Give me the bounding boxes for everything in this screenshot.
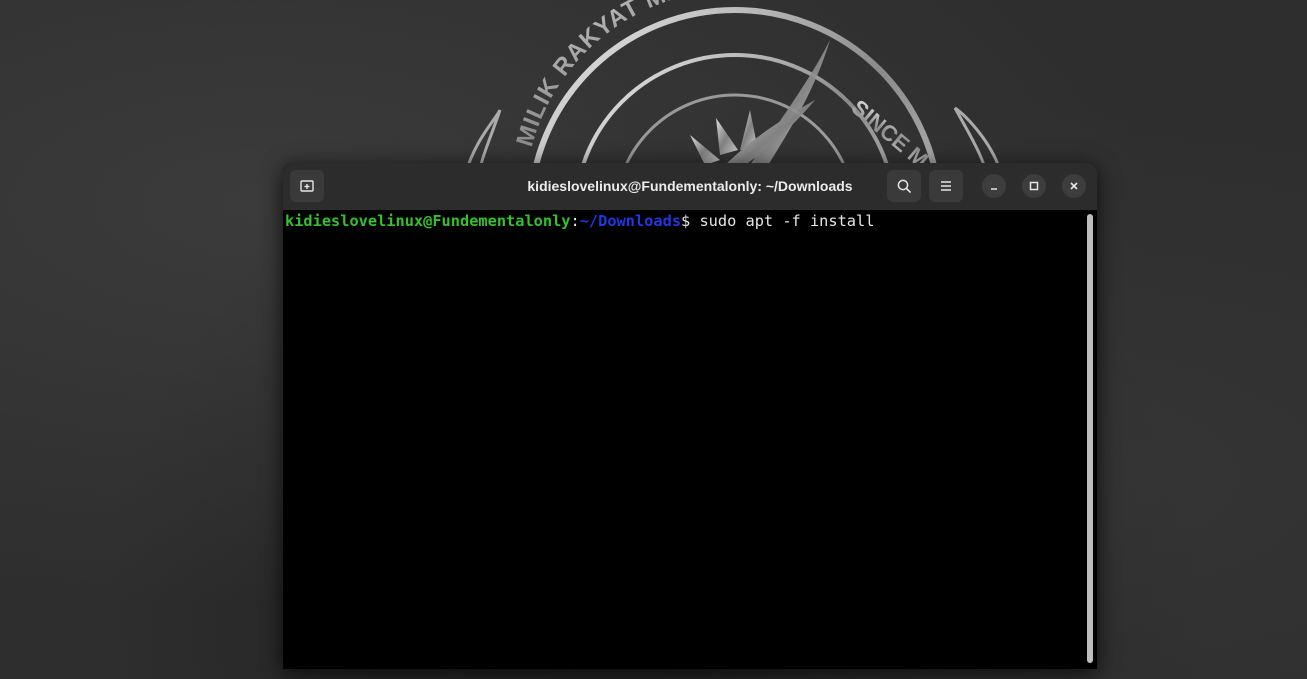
maximize-icon — [1029, 181, 1039, 191]
minimize-icon — [991, 188, 997, 190]
headerbar: kidieslovelinux@Fundementalonly: ~/Downl… — [283, 163, 1097, 211]
desktop-wallpaper: MILIK RAKYAT MALAYSIA SINCE M kidieslove… — [0, 0, 1307, 679]
window-title: kidieslovelinux@Fundementalonly: ~/Downl… — [527, 178, 853, 194]
close-icon — [1070, 182, 1078, 190]
search-icon — [897, 179, 911, 193]
prompt-path: ~/Downloads — [579, 212, 682, 230]
terminal-scrollbar[interactable] — [1087, 214, 1093, 663]
terminal-output-area[interactable]: kidieslovelinux@Fundementalonly:~/Downlo… — [283, 210, 1097, 669]
prompt-user-host: kidieslovelinux@Fundementalonly — [285, 212, 571, 230]
prompt-colon: : — [570, 212, 580, 230]
search-button[interactable] — [887, 170, 921, 202]
new-tab-button[interactable] — [290, 170, 324, 202]
terminal-window: kidieslovelinux@Fundementalonly: ~/Downl… — [283, 163, 1097, 669]
maximize-button[interactable] — [1022, 174, 1046, 198]
terminal-prompt-line: kidieslovelinux@Fundementalonly:~/Downlo… — [285, 210, 874, 232]
prompt-dollar: $ — [681, 212, 691, 230]
new-tab-icon — [300, 180, 314, 192]
hamburger-menu-icon — [941, 181, 951, 191]
menu-button[interactable] — [929, 170, 963, 202]
minimize-button[interactable] — [982, 174, 1006, 198]
command-text: sudo apt -f install — [690, 212, 875, 230]
close-button[interactable] — [1062, 174, 1086, 198]
